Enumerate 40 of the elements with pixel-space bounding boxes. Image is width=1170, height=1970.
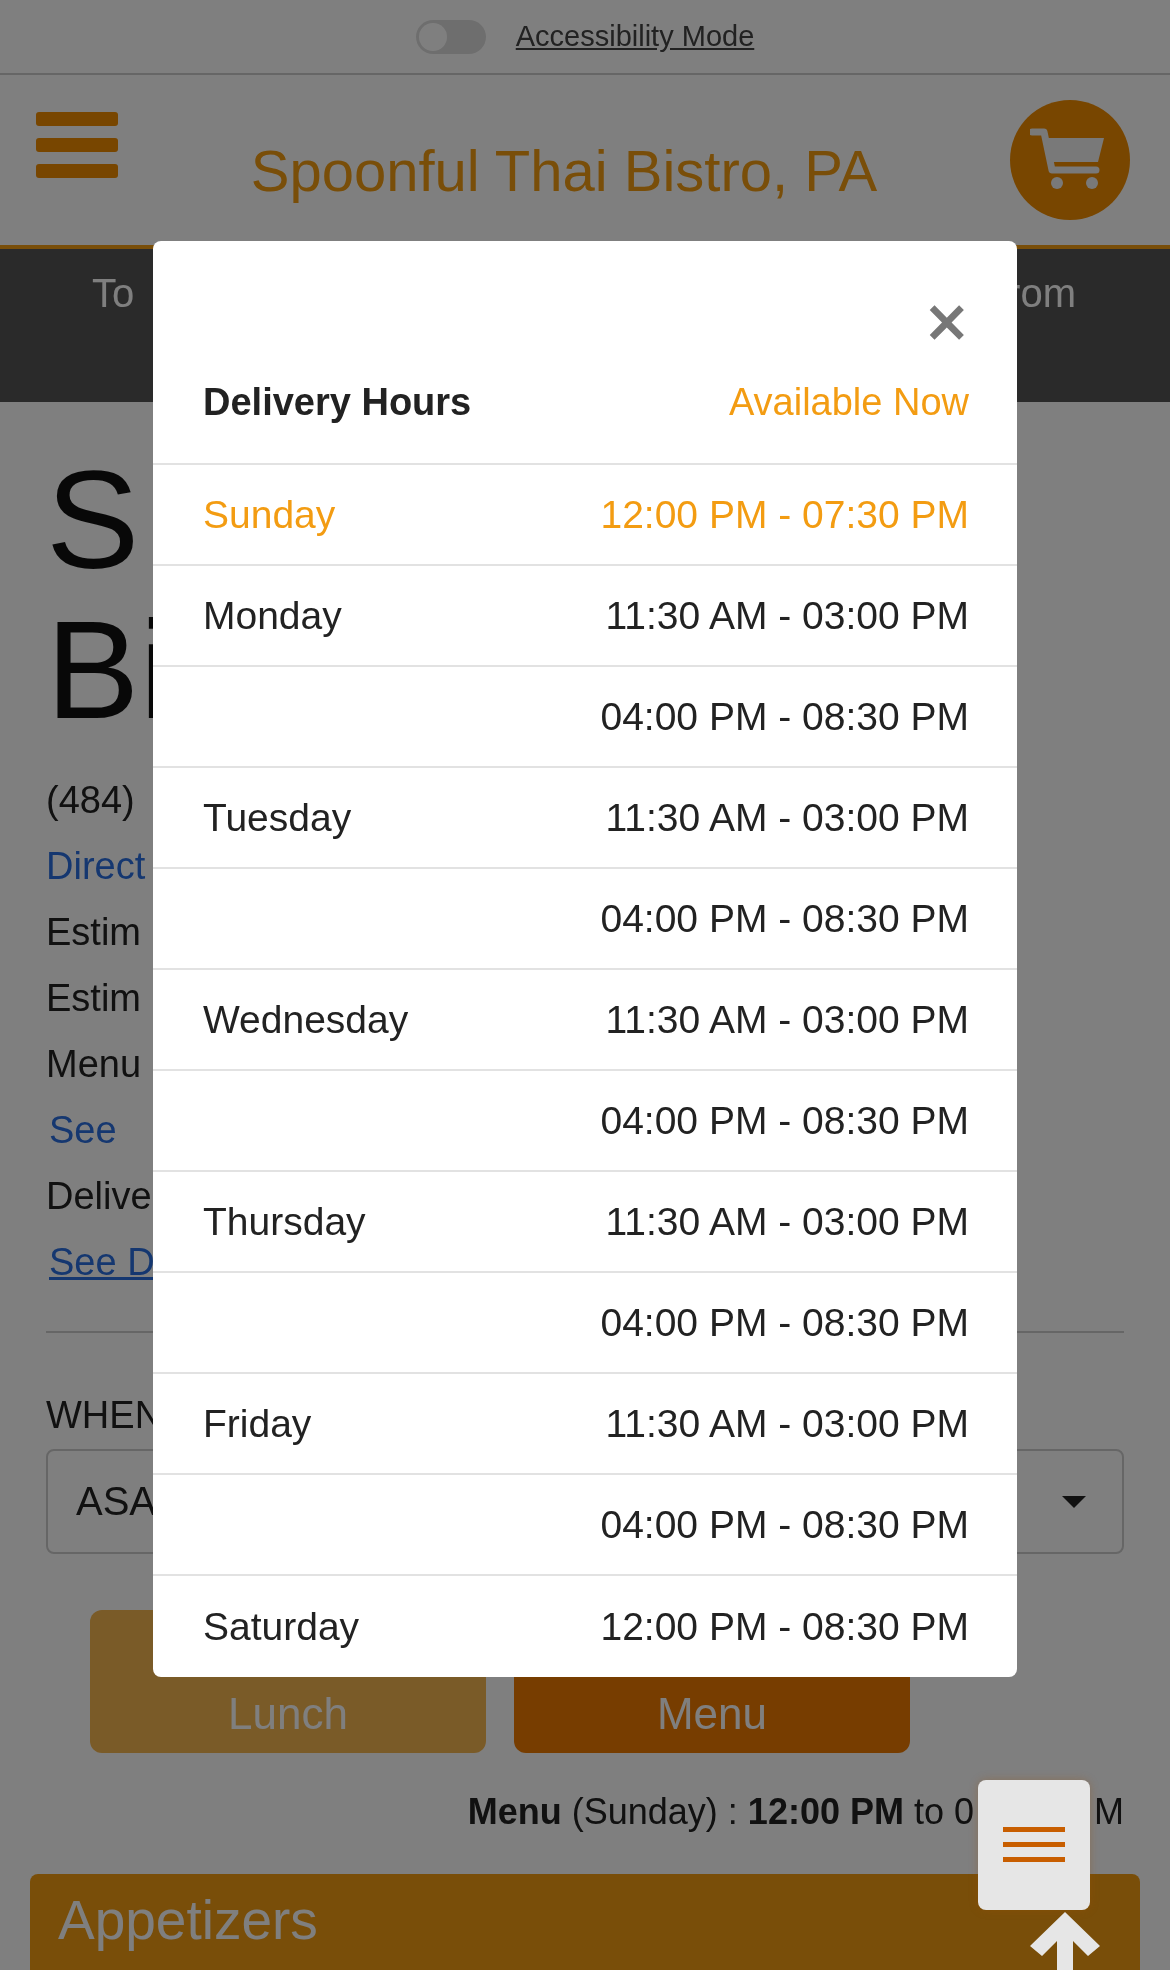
close-button[interactable]: × [922, 291, 971, 351]
hours-range: 04:00 PM - 08:30 PM [600, 1502, 969, 1547]
hours-range: 11:30 AM - 03:00 PM [605, 795, 969, 840]
estimate-label: Estim [46, 910, 141, 955]
section-header[interactable]: Appetizers [30, 1874, 1140, 1970]
menu-hours-text: M [1094, 1791, 1124, 1833]
hours-range: 12:00 PM - 07:30 PM [600, 492, 969, 537]
menu-label: Menu [46, 1042, 142, 1087]
hours-range: 11:30 AM - 03:00 PM [605, 593, 969, 638]
menu-icon [1003, 1827, 1065, 1863]
arrow-up-icon[interactable] [1030, 1912, 1100, 1970]
estimate-label: Estim [46, 976, 141, 1021]
day-name: Friday [203, 1401, 312, 1446]
menu-icon[interactable] [36, 112, 118, 178]
restaurant-name: S [46, 445, 140, 595]
delivery-label: Delive [46, 1174, 152, 1219]
banner-text: To [92, 271, 135, 316]
caret-icon [1062, 1495, 1086, 1508]
hours-range: 04:00 PM - 08:30 PM [600, 1098, 969, 1143]
menu-hours-text: Menu (Sunday) : 12:00 PM to 0 [467, 1791, 974, 1833]
phone-number: (484) [46, 778, 135, 823]
day-name: Thursday [203, 1199, 366, 1244]
hours-range: 04:00 PM - 08:30 PM [600, 694, 969, 739]
hours-range: 11:30 AM - 03:00 PM [605, 1401, 969, 1446]
day-name: Tuesday [203, 795, 352, 840]
floating-menu-button[interactable] [978, 1780, 1090, 1910]
day-name: Sunday [203, 492, 336, 537]
day-name: Monday [203, 593, 342, 638]
hours-range: 04:00 PM - 08:30 PM [600, 1300, 969, 1345]
directions-link[interactable]: Direct [46, 845, 146, 887]
day-name: Wednesday [203, 997, 409, 1042]
hours-range: 04:00 PM - 08:30 PM [600, 896, 969, 941]
dialog-title: Delivery Hours [203, 380, 472, 424]
see-menu-link[interactable]: See [49, 1109, 117, 1151]
hours-range: 11:30 AM - 03:00 PM [605, 997, 969, 1042]
hours-range: 11:30 AM - 03:00 PM [605, 1199, 969, 1244]
accessibility-mode-link[interactable]: Accessibility Mode [515, 20, 755, 53]
see-delivery-link[interactable]: See D [49, 1241, 155, 1283]
restaurant-title: Spoonful Thai Bistro, PA [249, 136, 879, 204]
availability-status: Available Now [728, 380, 969, 424]
